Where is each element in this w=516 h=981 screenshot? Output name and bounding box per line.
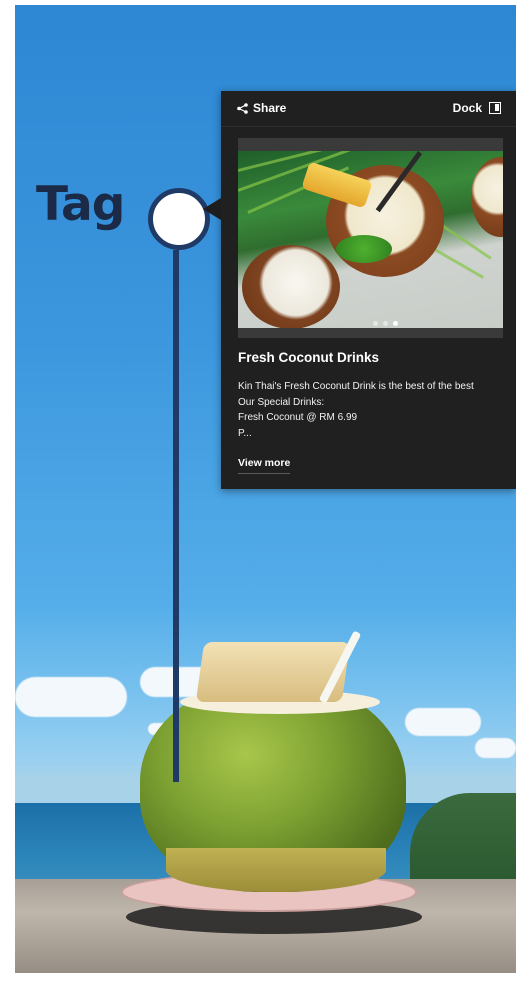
image-carousel[interactable] [238,138,503,338]
dock-icon [489,102,501,114]
tag-connector-line [173,250,179,782]
tag-info-panel: Share Dock Fresh Coconut Drinks Kin Thai… [221,91,516,489]
share-icon [237,102,248,114]
carousel-image [238,151,503,328]
coconut-shell [471,157,503,237]
tag-label: Tag [36,177,125,232]
dock-label: Dock [452,101,482,115]
share-button[interactable]: Share [237,101,286,115]
panel-header: Share Dock [221,91,516,127]
description-line: P... [238,427,252,439]
share-label: Share [253,101,287,115]
panel-description: Kin Thai's Fresh Coconut Drink is the be… [238,379,503,441]
mint-leaves [336,235,392,263]
coconut-base [166,848,386,892]
view-more-link[interactable]: View more [238,457,291,474]
carousel-dot[interactable] [383,321,388,326]
tag-hotspot[interactable] [148,188,210,250]
carousel-indicators [238,321,503,326]
carousel-dot[interactable] [393,321,398,326]
panel-pointer [203,198,221,220]
carousel-dot[interactable] [373,321,378,326]
cloud [15,677,127,717]
panel-title: Fresh Coconut Drinks [238,350,380,365]
cloud [405,708,481,736]
coconut-shell [242,245,340,328]
cloud [475,738,516,758]
dock-button[interactable]: Dock [453,101,501,115]
description-line: Kin Thai's Fresh Coconut Drink is the be… [238,381,474,392]
description-line: Our Special Drinks: [238,396,325,408]
description-line: Fresh Coconut @ RM 6.99 [238,412,358,423]
